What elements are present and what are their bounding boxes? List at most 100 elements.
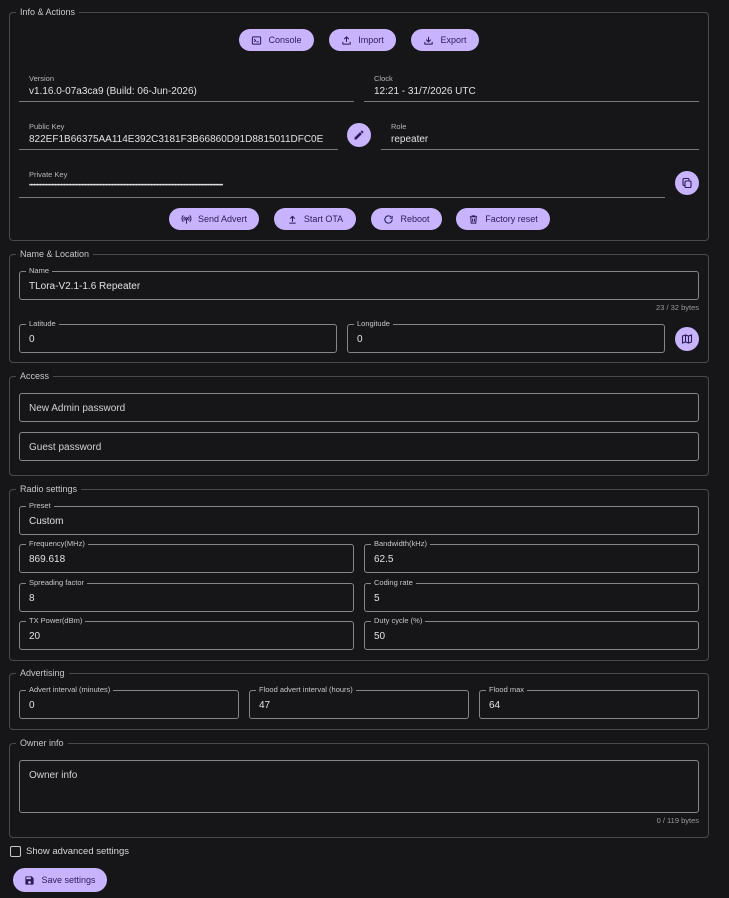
admin-password-input[interactable]: New Admin password xyxy=(19,393,699,422)
start-ota-label: Start OTA xyxy=(303,214,344,224)
name-value: TLora-V2.1-1.6 Repeater xyxy=(29,281,141,292)
public-key-label: Public Key xyxy=(29,122,65,131)
clock-value: 12:21 - 31/7/2026 UTC xyxy=(374,86,476,97)
role-label: Role xyxy=(391,122,407,131)
coding-rate-input[interactable]: Coding rate 5 xyxy=(364,578,699,612)
version-underline xyxy=(19,101,354,102)
flood-max-input[interactable]: Flood max 64 xyxy=(479,685,699,719)
bandwidth-value: 62.5 xyxy=(374,554,394,565)
map-icon xyxy=(681,334,693,344)
reboot-label: Reboot xyxy=(400,214,430,224)
spreading-factor-input[interactable]: Spreading factor 8 xyxy=(19,578,354,612)
guest-password-placeholder: Guest password xyxy=(29,442,102,453)
preset-select[interactable]: Preset Custom xyxy=(19,501,699,535)
spreading-factor-label: Spreading factor xyxy=(26,578,88,588)
map-picker-button[interactable] xyxy=(675,327,699,351)
preset-value: Custom xyxy=(29,516,64,527)
console-button[interactable]: Console xyxy=(239,29,314,51)
advert-interval-value: 0 xyxy=(29,700,35,711)
owner-info-textarea[interactable]: Owner info xyxy=(19,760,699,813)
latitude-label: Latitude xyxy=(26,319,59,329)
bandwidth-input[interactable]: Bandwidth(kHz) 62.5 xyxy=(364,539,699,573)
role-underline xyxy=(381,149,699,150)
upload-arrow-icon xyxy=(289,215,296,224)
guest-password-input[interactable]: Guest password xyxy=(19,432,699,461)
advertising-section: Advertising Advert interval (minutes) 0 … xyxy=(9,667,709,730)
info-actions-legend: Info & Actions xyxy=(16,6,80,18)
flood-max-value: 64 xyxy=(489,700,501,711)
send-advert-label: Send Advert xyxy=(197,214,248,224)
duty-cycle-value: 50 xyxy=(374,631,386,642)
flood-advert-interval-input[interactable]: Flood advert interval (hours) 47 xyxy=(249,685,469,719)
import-button[interactable]: Import xyxy=(329,29,396,51)
coding-rate-label: Coding rate xyxy=(371,578,416,588)
save-settings-button[interactable]: Save settings xyxy=(13,868,107,892)
public-key-underline xyxy=(19,149,338,150)
access-legend: Access xyxy=(16,370,54,382)
clock-label: Clock xyxy=(374,74,393,83)
longitude-label: Longitude xyxy=(354,319,393,329)
upload-icon xyxy=(342,35,351,45)
reboot-button[interactable]: Reboot xyxy=(371,208,442,230)
duty-cycle-input[interactable]: Duty cycle (%) 50 xyxy=(364,616,699,650)
owner-info-placeholder: Owner info xyxy=(29,770,78,781)
advert-interval-label: Advert interval (minutes) xyxy=(26,685,114,695)
export-label: Export xyxy=(440,35,467,45)
public-key-field: Public Key 822EF1B66375AA114E392C3181F3B… xyxy=(19,122,338,150)
tx-power-input[interactable]: TX Power(dBm) 20 xyxy=(19,616,354,650)
refresh-icon xyxy=(384,214,394,224)
preset-label: Preset xyxy=(26,501,54,511)
owner-info-section: Owner info Owner info 0 / 119 bytes xyxy=(9,737,709,838)
role-value: repeater xyxy=(391,134,429,145)
terminal-icon xyxy=(252,35,262,45)
admin-password-placeholder: New Admin password xyxy=(29,403,126,414)
flood-max-label: Flood max xyxy=(486,685,528,695)
version-value: v1.16.0-07a3ca9 (Build: 06-Jun-2026) xyxy=(29,86,197,97)
factory-reset-button[interactable]: Factory reset xyxy=(456,208,550,230)
latitude-input[interactable]: Latitude 0 xyxy=(19,319,337,353)
advanced-settings-toggle[interactable]: Show advanced settings xyxy=(10,846,129,857)
import-label: Import xyxy=(358,35,384,45)
copy-private-key-button[interactable] xyxy=(675,171,699,195)
pencil-icon xyxy=(354,130,364,140)
clock-field: Clock 12:21 - 31/7/2026 UTC xyxy=(364,74,699,102)
frequency-value: 869.618 xyxy=(29,554,66,565)
edit-public-key-button[interactable] xyxy=(347,123,371,147)
download-icon xyxy=(424,36,434,45)
latitude-value: 0 xyxy=(29,334,35,345)
start-ota-button[interactable]: Start OTA xyxy=(274,208,356,230)
save-settings-label: Save settings xyxy=(41,875,96,885)
frequency-input[interactable]: Frequency(MHz) 869.618 xyxy=(19,539,354,573)
name-input[interactable]: Name TLora-V2.1-1.6 Repeater xyxy=(19,266,699,300)
tx-power-value: 20 xyxy=(29,631,41,642)
access-section: Access New Admin password Guest password xyxy=(9,370,709,476)
copy-icon xyxy=(682,177,692,189)
tx-power-label: TX Power(dBm) xyxy=(26,616,86,626)
info-actions-section: Info & Actions Console Import Export Ver… xyxy=(9,6,709,241)
advanced-settings-checkbox[interactable] xyxy=(10,846,21,857)
advanced-settings-label: Show advanced settings xyxy=(26,846,129,857)
trash-icon xyxy=(470,214,478,224)
factory-reset-label: Factory reset xyxy=(485,214,538,224)
public-key-value: 822EF1B66375AA114E392C3181F3B66860D91D88… xyxy=(29,134,324,145)
role-field: Role repeater xyxy=(381,122,699,150)
longitude-input[interactable]: Longitude 0 xyxy=(347,319,665,353)
owner-info-legend: Owner info xyxy=(16,737,68,749)
private-key-value: ••••••••••••••••••••••••••••••••••••••••… xyxy=(29,183,223,189)
version-label: Version xyxy=(29,74,55,83)
frequency-label: Frequency(MHz) xyxy=(26,539,88,549)
version-field: Version v1.16.0-07a3ca9 (Build: 06-Jun-2… xyxy=(19,74,354,102)
save-icon xyxy=(25,875,35,885)
send-advert-button[interactable]: Send Advert xyxy=(169,208,259,230)
broadcast-icon xyxy=(181,214,192,224)
clock-underline xyxy=(364,101,699,102)
radio-settings-section: Radio settings Preset Custom Frequency(M… xyxy=(9,483,709,661)
console-label: Console xyxy=(268,35,302,45)
private-key-label: Private Key xyxy=(29,170,68,179)
private-key-underline xyxy=(19,197,665,198)
duty-cycle-label: Duty cycle (%) xyxy=(371,616,426,626)
name-byte-counter: 23 / 32 bytes xyxy=(656,303,699,312)
export-button[interactable]: Export xyxy=(411,29,479,51)
flood-advert-interval-value: 47 xyxy=(259,700,271,711)
advert-interval-input[interactable]: Advert interval (minutes) 0 xyxy=(19,685,239,719)
